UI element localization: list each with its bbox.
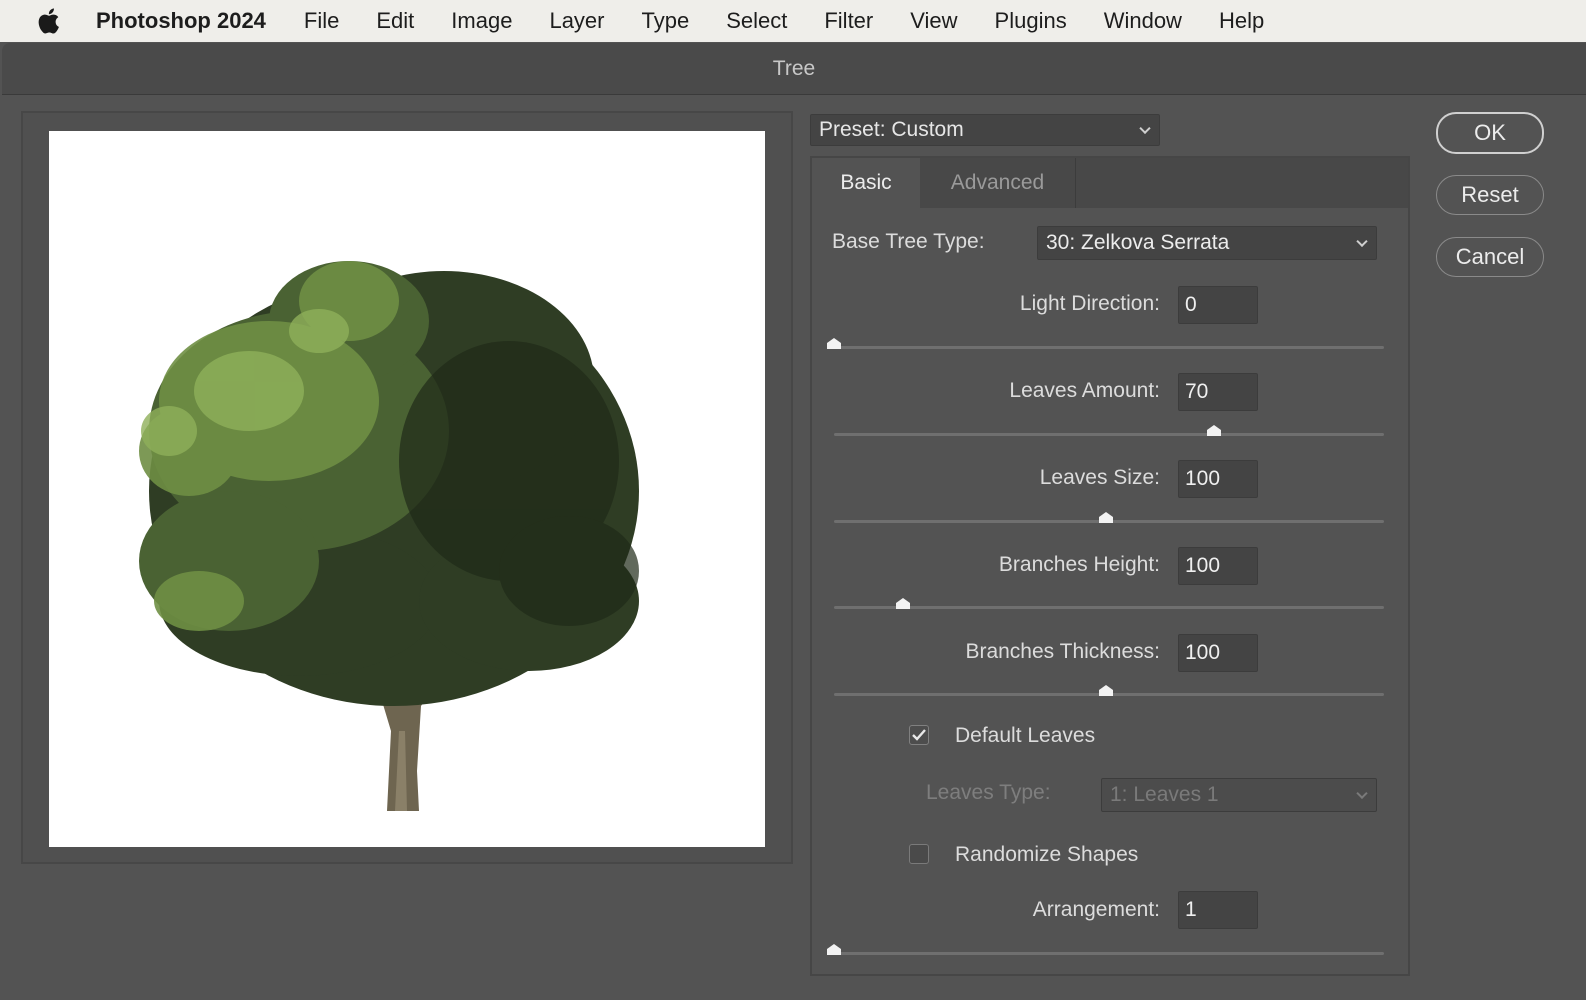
ok-button[interactable]: OK (1436, 112, 1544, 154)
leaves-type-label: Leaves Type: (926, 781, 1051, 804)
leaves-amount-label: Leaves Amount: (1009, 379, 1160, 402)
menu-bar: Photoshop 2024 File Edit Image Layer Typ… (0, 0, 1586, 42)
branches-height-label: Branches Height: (998, 553, 1160, 576)
menu-image[interactable]: Image (451, 8, 512, 34)
base-tree-type-value: 30: Zelkova Serrata (1046, 231, 1230, 254)
tree-dialog: Tree Preset: Custom Basic Advanced Base … (2, 43, 1586, 1000)
base-tree-type-label: Base Tree Type: (832, 230, 985, 253)
chevron-down-icon (1356, 235, 1368, 248)
light-direction-input[interactable]: 0 (1178, 286, 1258, 324)
menu-view[interactable]: View (910, 8, 957, 34)
slider-thumb[interactable] (826, 943, 842, 956)
apple-logo-icon[interactable] (0, 7, 96, 35)
arrangement-slider[interactable] (827, 944, 1384, 955)
menu-select[interactable]: Select (726, 8, 787, 34)
leaves-size-label: Leaves Size: (1039, 466, 1160, 489)
light-direction-label: Light Direction: (1019, 292, 1160, 315)
leaves-size-input[interactable]: 100 (1178, 460, 1258, 498)
base-tree-type-dropdown[interactable]: 30: Zelkova Serrata (1037, 226, 1377, 260)
menu-help[interactable]: Help (1219, 8, 1264, 34)
slider-thumb[interactable] (826, 337, 842, 350)
preview-canvas (49, 131, 765, 847)
branches-thickness-slider[interactable] (834, 685, 1384, 696)
settings-panel: Basic Advanced Base Tree Type: 30: Zelko… (810, 156, 1410, 976)
randomize-shapes-label[interactable]: Randomize Shapes (955, 843, 1138, 867)
branches-thickness-label: Branches Thickness: (965, 640, 1160, 663)
slider-thumb[interactable] (1098, 684, 1114, 697)
menu-layer[interactable]: Layer (549, 8, 604, 34)
randomize-shapes-checkbox[interactable] (909, 844, 929, 864)
leaves-type-value: 1: Leaves 1 (1110, 783, 1219, 806)
slider-thumb[interactable] (1206, 424, 1222, 437)
app-name-menu[interactable]: Photoshop 2024 (96, 8, 266, 34)
tab-bar: Basic Advanced (812, 158, 1408, 208)
dialog-title: Tree (2, 43, 1586, 95)
default-leaves-checkbox[interactable] (909, 725, 929, 745)
slider-thumb[interactable] (895, 597, 911, 610)
preview-frame (21, 111, 793, 864)
menu-filter[interactable]: Filter (824, 8, 873, 34)
menu-edit[interactable]: Edit (376, 8, 414, 34)
menu-plugins[interactable]: Plugins (995, 8, 1067, 34)
arrangement-label: Arrangement: (1032, 898, 1160, 921)
menu-type[interactable]: Type (642, 8, 690, 34)
leaves-amount-input[interactable]: 70 (1178, 373, 1258, 411)
branches-height-slider[interactable] (834, 598, 1384, 609)
reset-button[interactable]: Reset (1436, 175, 1544, 215)
tab-advanced[interactable]: Advanced (920, 158, 1076, 208)
branches-height-input[interactable]: 100 (1178, 547, 1258, 585)
leaves-amount-slider[interactable] (834, 425, 1384, 436)
tree-preview-image (139, 261, 639, 811)
preset-label: Preset: Custom (819, 118, 964, 141)
preset-dropdown[interactable]: Preset: Custom (810, 114, 1160, 146)
branches-thickness-input[interactable]: 100 (1178, 634, 1258, 672)
light-direction-slider[interactable] (827, 338, 1384, 349)
cancel-button[interactable]: Cancel (1436, 237, 1544, 277)
slider-thumb[interactable] (1098, 511, 1114, 524)
arrangement-input[interactable]: 1 (1178, 891, 1258, 929)
checkmark-icon (912, 729, 926, 741)
menu-file[interactable]: File (304, 8, 339, 34)
default-leaves-label[interactable]: Default Leaves (955, 724, 1095, 748)
chevron-down-icon (1139, 122, 1151, 135)
leaves-size-slider[interactable] (834, 512, 1384, 523)
chevron-down-icon (1356, 787, 1368, 800)
leaves-type-dropdown: 1: Leaves 1 (1101, 778, 1377, 812)
menu-window[interactable]: Window (1104, 8, 1182, 34)
tab-basic[interactable]: Basic (812, 158, 920, 208)
